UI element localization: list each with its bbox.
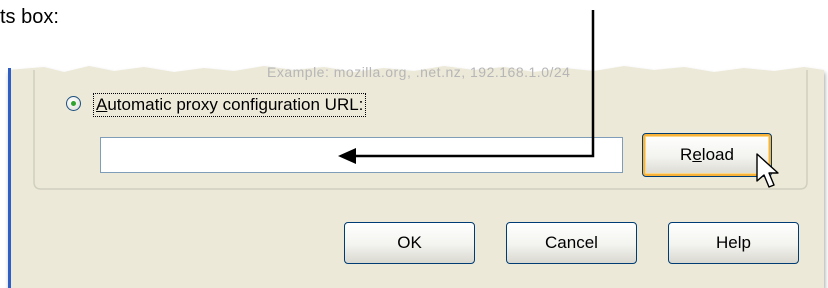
reload-button[interactable]: Re load bbox=[642, 133, 772, 177]
help-button[interactable]: Help bbox=[668, 222, 799, 264]
auto-proxy-radio[interactable] bbox=[66, 96, 81, 111]
ok-button[interactable]: OK bbox=[344, 222, 475, 264]
radio-selected-dot bbox=[71, 101, 76, 106]
instruction-caption: ts box: bbox=[0, 6, 59, 28]
auto-proxy-label[interactable]: Automatic proxy configuration URL: bbox=[93, 93, 367, 117]
cancel-button[interactable]: Cancel bbox=[506, 222, 637, 264]
no-proxy-example-text: Example: mozilla.org, .net.nz, 192.168.1… bbox=[267, 64, 571, 80]
connection-settings-dialog: Example: mozilla.org, .net.nz, 192.168.1… bbox=[4, 58, 828, 288]
proxy-url-input[interactable] bbox=[100, 137, 623, 173]
